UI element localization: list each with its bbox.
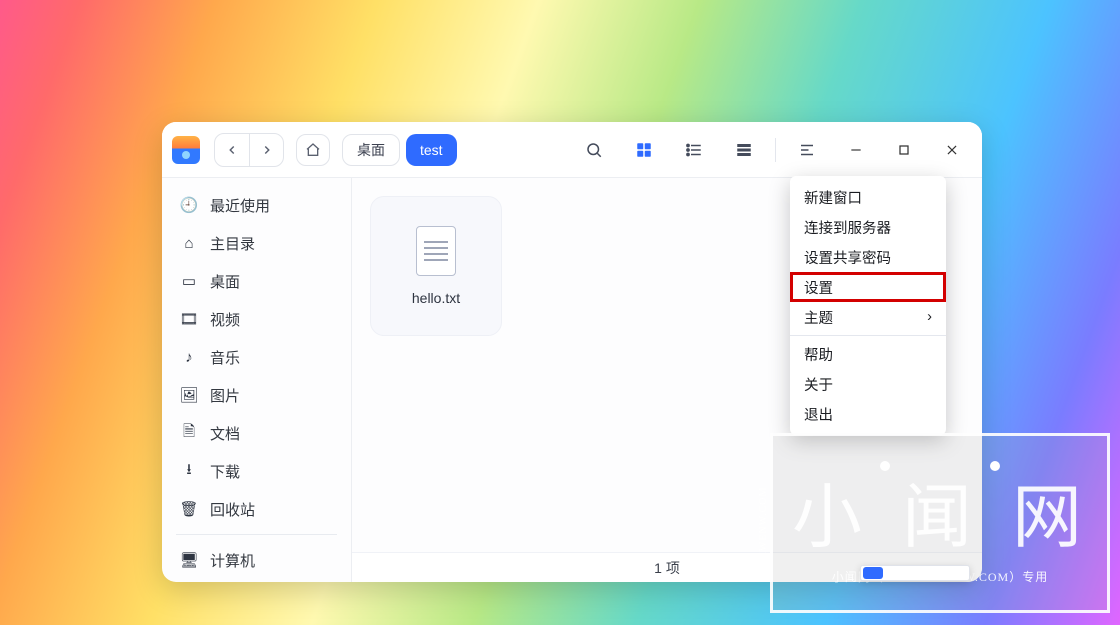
file-name: hello.txt [412,290,460,306]
computer-icon: 🖥 [180,551,198,569]
chevron-right-icon: › [927,309,932,325]
app-menu-popup: 新建窗口 连接到服务器 设置共享密码 设置 主题 › 帮助 关于 退出 [790,176,946,435]
sidebar-item-trash[interactable]: 🗑 回收站 [162,490,351,528]
menu-item-label: 新建窗口 [804,187,862,208]
sidebar: 🕘最近使用 ⌂主目录 ▭桌面 🎞视频 ♪音乐 🖼图片 🗎文档 ⭳下载 🗑回收站 … [162,178,352,582]
sidebar-item-label: 文档 [210,423,240,444]
sidebar-item-label: 计算机 [210,550,255,571]
back-button[interactable] [215,134,249,166]
music-icon: ♪ [180,349,198,366]
menu-new-window[interactable]: 新建窗口 [790,182,946,212]
sidebar-item-music[interactable]: ♪ 音乐 [162,338,351,376]
sidebar-item-label: 音乐 [210,347,240,368]
sidebar-item-pictures[interactable]: 🖼 图片 [162,376,351,414]
sidebar-item-recent[interactable]: 🕘 最近使用 [162,186,351,224]
video-icon: 🎞 [180,310,198,328]
menu-separator [790,335,946,336]
menu-item-label: 关于 [804,374,833,395]
app-logo-icon [172,136,200,164]
image-icon: 🖼 [180,386,198,404]
clock-icon: 🕘 [180,196,198,214]
toolbar-divider [775,138,776,162]
view-list-button[interactable] [671,134,717,166]
menu-theme[interactable]: 主题 › [790,302,946,332]
search-button[interactable] [571,134,617,166]
sidebar-item-documents[interactable]: 🗎 文档 [162,414,351,452]
hamburger-menu-button[interactable] [784,134,830,166]
menu-item-label: 连接到服务器 [804,217,891,238]
maximize-button[interactable] [882,134,926,166]
sidebar-item-label: 回收站 [210,499,255,520]
sidebar-item-label: 最近使用 [210,195,270,216]
text-file-icon [416,226,456,276]
sidebar-item-label: 下载 [210,461,240,482]
view-grid-button[interactable] [621,134,667,166]
titlebar: 桌面 test [162,122,982,178]
sidebar-item-computer[interactable]: 🖥 计算机 [162,541,351,579]
menu-item-label: 设置共享密码 [804,247,891,268]
sidebar-item-video[interactable]: 🎞 视频 [162,300,351,338]
scrollbar-thumb[interactable] [863,567,883,579]
menu-item-label: 主题 [804,307,833,328]
view-detail-button[interactable] [721,134,767,166]
status-text: 1 项 [654,558,680,578]
doc-icon: 🗎 [180,421,198,446]
close-button[interactable] [930,134,974,166]
menu-settings[interactable]: 设置 [790,272,946,302]
menu-connect-server[interactable]: 连接到服务器 [790,212,946,242]
trash-icon: 🗑 [180,500,198,518]
download-icon: ⭳ [180,459,198,484]
breadcrumb-desktop[interactable]: 桌面 [342,134,400,166]
desktop-icon: ▭ [180,272,198,290]
menu-quit[interactable]: 退出 [790,399,946,429]
sidebar-separator [176,534,337,535]
menu-about[interactable]: 关于 [790,369,946,399]
sidebar-item-label: 视频 [210,309,240,330]
home-button[interactable] [296,134,330,166]
menu-set-share-password[interactable]: 设置共享密码 [790,242,946,272]
home-icon: ⌂ [180,235,198,252]
forward-button[interactable] [249,134,283,166]
sidebar-item-home[interactable]: ⌂ 主目录 [162,224,351,262]
menu-item-label: 退出 [804,404,833,425]
file-item[interactable]: hello.txt [370,196,502,336]
nav-back-forward [214,133,284,167]
sidebar-item-systemdisk[interactable]: ⛁系统盘 [162,579,351,582]
menu-item-label: 帮助 [804,344,833,365]
sidebar-item-downloads[interactable]: ⭳ 下载 [162,452,351,490]
sidebar-item-desktop[interactable]: ▭ 桌面 [162,262,351,300]
menu-item-label: 设置 [804,277,833,298]
breadcrumb-current[interactable]: test [406,134,457,166]
sidebar-item-label: 主目录 [210,233,255,254]
minimize-button[interactable] [834,134,878,166]
sidebar-item-label: 图片 [210,385,240,406]
sidebar-item-label: 桌面 [210,271,240,292]
horizontal-scrollbar[interactable] [860,565,970,581]
menu-help[interactable]: 帮助 [790,339,946,369]
